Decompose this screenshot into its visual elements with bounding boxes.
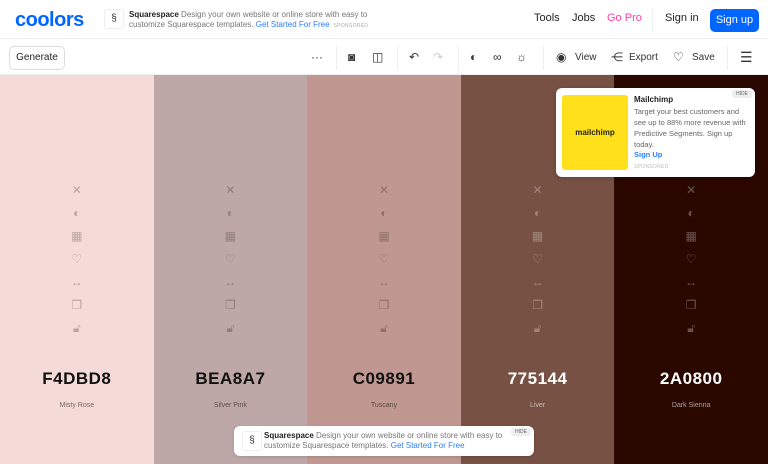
generate-button[interactable]: Generate [9, 46, 65, 70]
copy-icon[interactable]: ❐ [154, 298, 308, 312]
drag-icon[interactable]: ↔ [0, 275, 154, 289]
lock-icon[interactable]: 🔓︎ [461, 321, 615, 335]
nav-go-pro[interactable]: Go Pro [607, 12, 642, 24]
remove-icon[interactable]: ✕ [154, 183, 308, 197]
squarespace-icon: § [104, 9, 124, 29]
copy-icon[interactable]: ❐ [307, 298, 461, 312]
color-name: Misty Rose [59, 402, 95, 409]
contrast-icon[interactable]: ◐ [470, 50, 477, 64]
copy-icon[interactable]: ❐ [614, 298, 768, 312]
nav-tools[interactable]: Tools [534, 12, 560, 24]
eye-icon: ◉ [556, 50, 567, 64]
heart-icon[interactable]: ♡ [614, 252, 768, 266]
mailchimp-logo: mailchimp [562, 95, 628, 170]
contrast-icon[interactable]: ◐ [0, 206, 154, 220]
drag-icon[interactable]: ↔ [461, 275, 615, 289]
color-hex[interactable]: BEA8A7 [154, 369, 308, 389]
ad-brand: Squarespace [129, 10, 179, 19]
shades-icon[interactable]: ▦ [0, 229, 154, 243]
color-column[interactable]: ✕ ◐ ▦ ♡ ↔ ❐ 🔓︎ F4DBD8 Misty Rose [0, 75, 154, 464]
contrast-icon[interactable]: ◐ [614, 206, 768, 220]
divider [397, 46, 398, 70]
redo-icon[interactable]: ↷ [433, 50, 443, 64]
remove-icon[interactable]: ✕ [307, 183, 461, 197]
squarespace-icon: § [242, 431, 262, 451]
ad-link[interactable]: Get Started For Free [256, 20, 330, 29]
color-column[interactable]: ✕ ◐ ▦ ♡ ↔ ❐ 🔓︎ C09891 Tuscany [307, 75, 461, 464]
toolbar: Generate ··· ◙ ◫ ↶ ↷ ◐ ∞ ☼ ◉ View ⋲ Expo… [0, 40, 768, 75]
divider [727, 46, 728, 70]
coolors-logo[interactable]: coolors [15, 9, 84, 32]
contrast-icon[interactable]: ◐ [461, 206, 615, 220]
copy-icon[interactable]: ❐ [0, 298, 154, 312]
divider [458, 46, 459, 70]
ad-sponsored: SPONSORED [333, 23, 369, 29]
lock-icon[interactable]: 🔓︎ [307, 321, 461, 335]
color-hex[interactable]: C09891 [307, 369, 461, 389]
drag-icon[interactable]: ↔ [307, 275, 461, 289]
ad-brand: Squarespace [264, 431, 314, 440]
heart-icon[interactable]: ♡ [154, 252, 308, 266]
drag-icon[interactable]: ↔ [154, 275, 308, 289]
remove-icon[interactable]: ✕ [614, 183, 768, 197]
ad-sponsored: SPONSORED [634, 164, 669, 170]
color-hex[interactable]: 775144 [461, 369, 615, 389]
hide-ad-button[interactable]: HIDE [511, 428, 531, 436]
shades-icon[interactable]: ▦ [461, 229, 615, 243]
brightness-icon[interactable]: ☼ [516, 50, 527, 64]
view-button[interactable]: View [575, 52, 597, 63]
more-icon[interactable]: ··· [311, 50, 323, 64]
top-bar: coolors § Squarespace Design your own we… [0, 0, 768, 39]
hide-ad-button[interactable]: HIDE [732, 90, 752, 98]
shades-icon[interactable]: ▦ [307, 229, 461, 243]
export-button[interactable]: Export [629, 52, 658, 63]
lock-icon[interactable]: 🔓︎ [0, 321, 154, 335]
color-name: Tuscany [370, 402, 398, 409]
nav-jobs[interactable]: Jobs [572, 12, 595, 24]
shades-icon[interactable]: ▦ [614, 229, 768, 243]
mailchimp-ad[interactable]: mailchimp Mailchimp Target your best cus… [556, 88, 755, 177]
divider [543, 46, 544, 70]
share-icon: ⋲ [611, 50, 623, 64]
divider [652, 8, 653, 32]
color-column[interactable]: ✕ ◐ ▦ ♡ ↔ ❐ 🔓︎ BEA8A7 Silver Pink [153, 75, 308, 464]
contrast-icon[interactable]: ◐ [307, 206, 461, 220]
ad-link[interactable]: Sign Up [634, 150, 662, 159]
copy-icon[interactable]: ❐ [461, 298, 615, 312]
color-name: Dark Sienna [671, 402, 711, 409]
sign-in-link[interactable]: Sign in [665, 12, 699, 24]
color-hex[interactable]: 2A0800 [614, 369, 768, 389]
color-name: Liver [529, 402, 546, 409]
remove-icon[interactable]: ✕ [0, 183, 154, 197]
heart-icon[interactable]: ♡ [0, 252, 154, 266]
glasses-icon[interactable]: ∞ [493, 50, 502, 64]
sign-up-button[interactable]: Sign up [710, 9, 759, 32]
lock-icon[interactable]: 🔓︎ [614, 321, 768, 335]
contrast-icon[interactable]: ◐ [154, 206, 308, 220]
save-button[interactable]: Save [692, 52, 715, 63]
menu-icon[interactable]: ☰ [740, 50, 753, 64]
heart-icon: ♡ [673, 50, 684, 64]
bottom-ad[interactable]: § Squarespace Design your own website or… [234, 426, 534, 456]
color-name: Silver Pink [213, 402, 247, 409]
drag-icon[interactable]: ↔ [614, 275, 768, 289]
ad-body: Target your best customers and see up to… [634, 107, 746, 149]
color-hex[interactable]: F4DBD8 [0, 369, 154, 389]
divider [336, 46, 337, 70]
shades-icon[interactable]: ▦ [154, 229, 308, 243]
heart-icon[interactable]: ♡ [307, 252, 461, 266]
lock-icon[interactable]: 🔓︎ [154, 321, 308, 335]
camera-icon[interactable]: ◙ [348, 50, 355, 64]
remove-icon[interactable]: ✕ [461, 183, 615, 197]
ad-title: Mailchimp [634, 95, 674, 104]
undo-icon[interactable]: ↶ [409, 50, 419, 64]
ad-link[interactable]: Get Started For Free [391, 441, 465, 450]
heart-icon[interactable]: ♡ [461, 252, 615, 266]
panel-icon[interactable]: ◫ [372, 50, 383, 64]
